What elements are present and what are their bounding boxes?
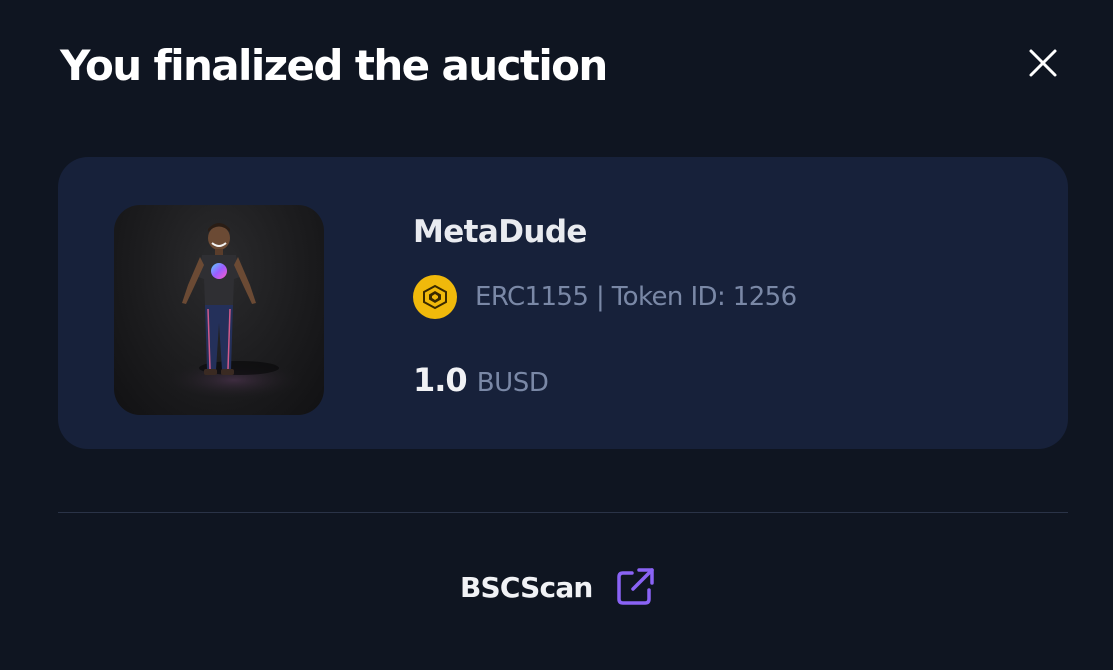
nft-image [114, 205, 324, 415]
modal-title: You finalized the auction [60, 41, 608, 90]
avatar-figure [164, 223, 304, 400]
price-value: 1.0 [413, 361, 468, 399]
bscscan-link-label: BSCScan [460, 570, 593, 604]
price-row: 1.0 BUSD [413, 361, 549, 399]
close-icon [1029, 49, 1057, 77]
bscscan-link[interactable]: BSCScan [460, 562, 657, 612]
finalize-auction-modal: You finalized the auction MetaDude ERC11… [0, 0, 1113, 670]
close-button[interactable] [1018, 40, 1068, 86]
token-standard-and-id: ERC1155 | Token ID: 1256 [475, 282, 797, 312]
bnb-chain-icon [413, 275, 457, 319]
external-link-icon [616, 568, 654, 605]
price-currency: BUSD [476, 368, 549, 398]
nft-name: MetaDude [413, 214, 587, 250]
divider [58, 512, 1068, 513]
nft-card: MetaDude ERC1155 | Token ID: 1256 1.0 BU… [58, 157, 1068, 449]
token-meta-row: ERC1155 | Token ID: 1256 [413, 275, 797, 319]
